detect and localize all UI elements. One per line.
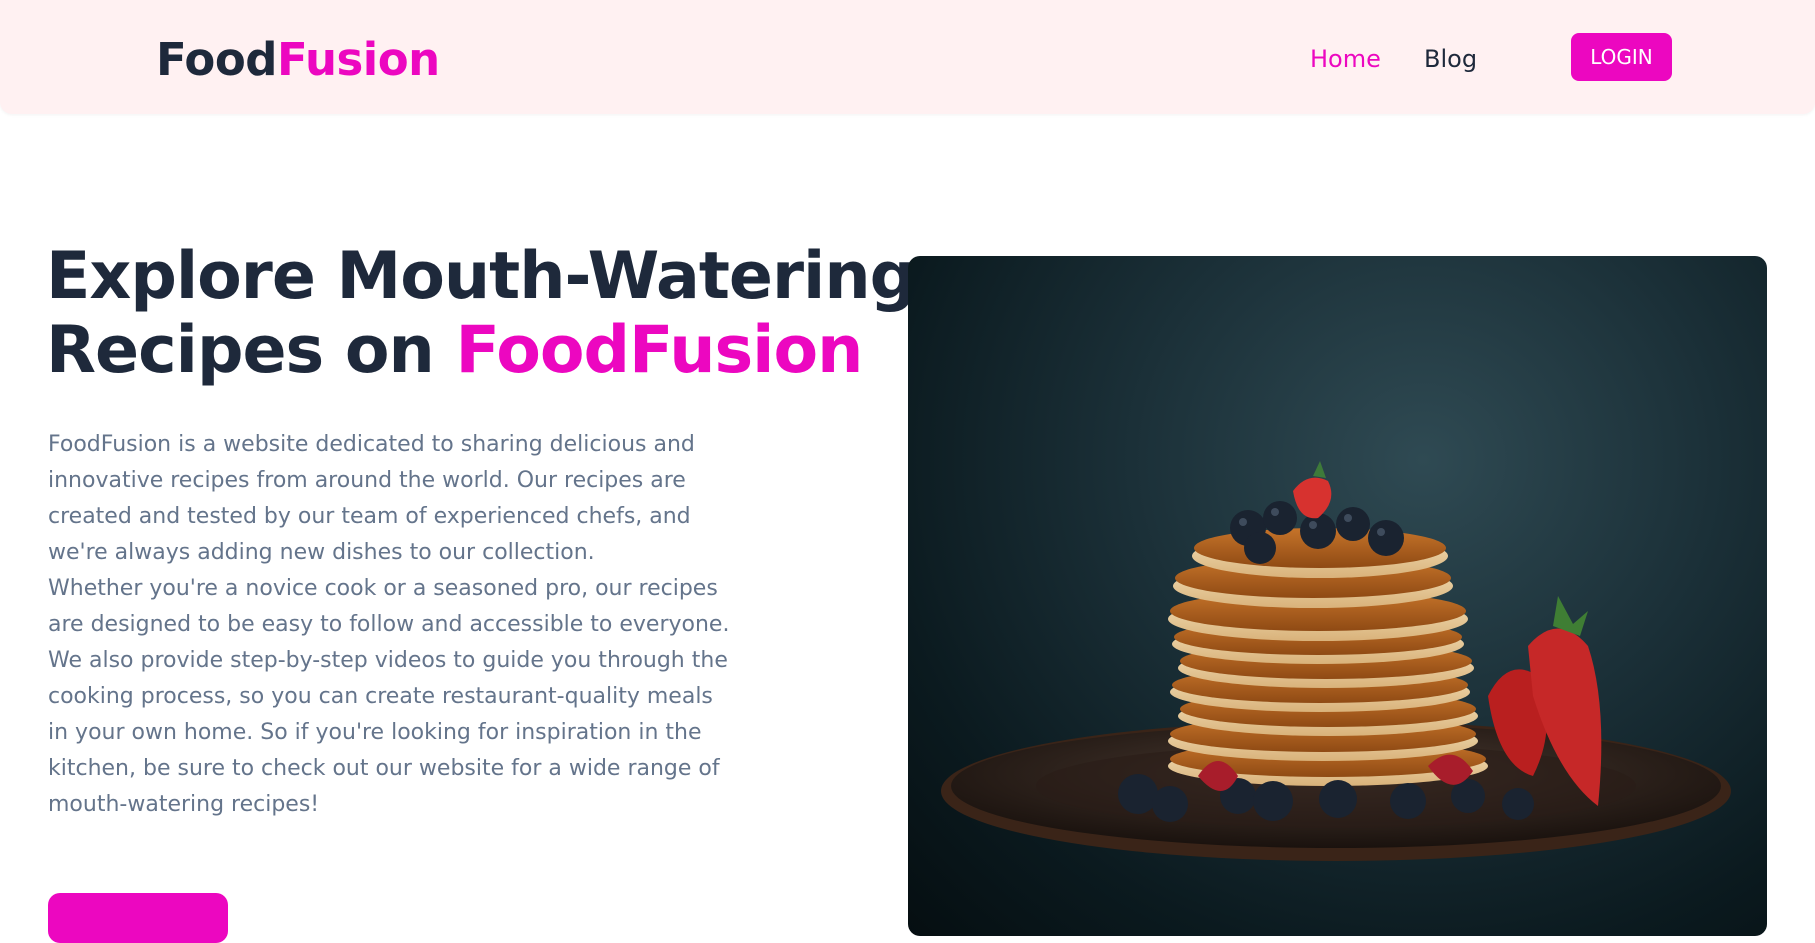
hero-title: Explore Mouth-Watering Recipes on FoodFu…	[46, 239, 916, 388]
nav-link-blog[interactable]: Blog	[1424, 44, 1477, 74]
hero-paragraph-2: Whether you're a novice cook or a season…	[48, 576, 730, 817]
pancake-illustration	[941, 461, 1731, 861]
hero-image-pancakes	[908, 256, 1767, 936]
nav-link-home[interactable]: Home	[1310, 44, 1381, 74]
navbar: FoodFusion Home Blog LOGIN	[0, 0, 1815, 114]
logo[interactable]: FoodFusion	[156, 30, 440, 90]
hero-title-line2-prefix: Recipes on	[46, 313, 456, 388]
hero-description: FoodFusion is a website dedicated to sha…	[48, 427, 738, 823]
hero-title-brand: FoodFusion	[455, 313, 863, 388]
logo-part-fusion: Fusion	[276, 33, 440, 86]
logo-part-food: Food	[156, 33, 277, 86]
login-button[interactable]: LOGIN	[1571, 33, 1672, 81]
strawberry-top	[1293, 477, 1332, 519]
pancake-stack	[1168, 528, 1488, 786]
hero-title-line1: Explore Mouth-Watering	[46, 239, 916, 314]
hero-paragraph-1: FoodFusion is a website dedicated to sha…	[48, 432, 695, 565]
cta-button[interactable]	[48, 893, 228, 943]
